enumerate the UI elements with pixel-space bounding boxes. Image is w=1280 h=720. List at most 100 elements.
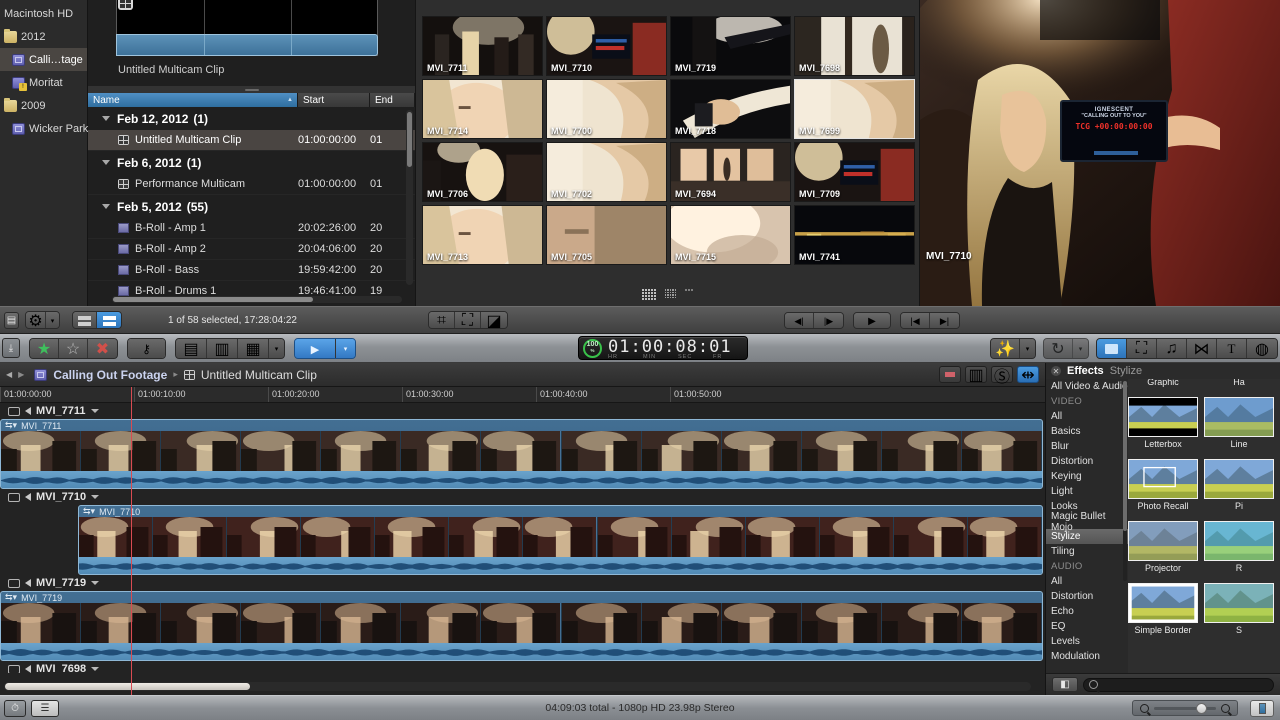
breadcrumb-forward-icon[interactable]: ▶ (18, 370, 24, 379)
effects-category-item[interactable]: Keying (1046, 469, 1128, 484)
sidebar-item-2012[interactable]: 2012 (0, 25, 87, 48)
gear-icon[interactable]: ⚙ (26, 312, 46, 328)
effects-category-item[interactable]: All (1046, 409, 1128, 424)
retime-icon[interactable]: ↻ (1044, 338, 1073, 358)
playback-quality-badge[interactable]: 100 % (583, 338, 602, 358)
step-back-icon[interactable]: ◀| (785, 312, 814, 328)
video-role-icon[interactable] (8, 492, 20, 502)
keyword-icon[interactable]: ⚷ (128, 338, 165, 358)
effect-item[interactable]: Pi (1204, 459, 1274, 511)
step-forward-icon[interactable]: |▶ (814, 312, 843, 328)
event-thumbnail[interactable]: MVI_7713 (422, 205, 543, 265)
viewer[interactable]: IGNESCENT "CALLING OUT TO YOU" TCG +00:0… (920, 0, 1280, 306)
column-header-start[interactable]: Start (298, 93, 370, 107)
event-thumbnail[interactable]: MVI_7694 (670, 142, 791, 202)
video-role-icon[interactable] (8, 406, 20, 416)
grid-small-icon[interactable] (685, 289, 694, 300)
event-thumbnail[interactable]: MVI_7715 (670, 205, 791, 265)
sidebar-item-moritat[interactable]: Moritat (0, 71, 87, 94)
fit-icon[interactable]: ⌗ (429, 312, 455, 328)
timeline-horizontal-scrollbar[interactable] (4, 682, 1031, 691)
sidebar-item-calling-out-footage[interactable]: Calli…tage (0, 48, 87, 71)
effects-category-list[interactable]: All Video & Audio VIDEO All Basics Blur Disto… (1046, 379, 1128, 673)
column-header-end[interactable]: End (370, 93, 415, 107)
list-view-icon[interactable]: ▤ (4, 311, 19, 329)
timeline-angle-track[interactable]: MVI_7698⇆▾MVI_7698 (0, 661, 1045, 673)
import-icon[interactable]: ⤓ (2, 338, 20, 358)
timeline-clip[interactable]: ⇆▾ MVI_7719 (0, 591, 1043, 661)
audio-role-icon[interactable] (25, 407, 31, 415)
chevron-down-icon[interactable]: ▾ (336, 338, 355, 358)
timeline-clip[interactable]: ⇆▾ MVI_7711 (0, 419, 1043, 489)
table-row[interactable]: Untitled Multicam Clip 01:00:00:00 01 (88, 130, 415, 151)
disclosure-triangle-icon[interactable] (102, 204, 110, 209)
effects-category-item[interactable]: Tiling (1046, 544, 1128, 559)
next-edit-icon[interactable]: ▶| (930, 312, 959, 328)
effects-search-input[interactable] (1083, 677, 1274, 692)
table-row[interactable]: B-Roll - Amp 2 20:04:06:00 20 (88, 239, 415, 260)
track-header[interactable]: MVI_7711 (0, 403, 1045, 419)
effects-category-item[interactable]: Blur (1046, 439, 1128, 454)
timeline-tracks[interactable]: MVI_7711 ⇆▾ MVI_7711 MVI_7710 ⇆▾ MVI_7710 MVI_… (0, 403, 1045, 673)
chevron-down-icon[interactable] (90, 409, 99, 413)
effect-item[interactable]: Line (1204, 397, 1274, 449)
event-thumbnail[interactable]: MVI_7711 (422, 16, 543, 76)
timeline-ruler[interactable]: 01:00:00:00 01:00:10:00 01:00:20:00 01:00:3… (0, 387, 1045, 403)
effects-category-scrollbar[interactable] (1123, 381, 1127, 581)
effects-category-item[interactable]: Distortion (1046, 589, 1128, 604)
chevron-down-icon[interactable]: ▾ (269, 338, 284, 358)
audio-role-icon[interactable] (25, 579, 31, 587)
track-lane[interactable]: ⇆▾ MVI_7711 (0, 419, 1045, 489)
effects-grid[interactable]: Graphic Ha Letterbox Line Photo Recall Pi Proj… (1128, 379, 1280, 673)
sidebar-toggle-icon[interactable]: ◧ (1052, 677, 1078, 692)
sidebar-item-wicker-park[interactable]: Wicker Park (0, 117, 88, 140)
effects-category-item[interactable]: Light (1046, 484, 1128, 499)
effects-category-item[interactable]: Echo (1046, 604, 1128, 619)
markers-icon[interactable] (939, 366, 961, 383)
effect-item[interactable]: S (1204, 583, 1274, 635)
timeline-angle-track[interactable]: MVI_7711 ⇆▾ MVI_7711 (0, 403, 1045, 489)
list-mode-icon[interactable] (97, 312, 121, 328)
zoom-in-icon[interactable] (1221, 703, 1230, 713)
chevron-down-icon[interactable]: ▾ (1073, 338, 1088, 358)
effect-item[interactable]: Graphic (1128, 379, 1198, 387)
event-thumbnail[interactable]: MVI_7741 (794, 205, 915, 265)
breadcrumb-project[interactable]: Calling Out Footage (53, 368, 167, 382)
track-lane[interactable]: ⇆▾ MVI_7710 (0, 505, 1045, 575)
effect-item[interactable]: Letterbox (1128, 397, 1198, 449)
timecode-display[interactable]: 100 % 01:00:08:01 HR MIN SEC FR (578, 336, 748, 360)
effect-item[interactable]: Projector (1128, 521, 1198, 573)
generators-icon[interactable]: ◍ (1247, 338, 1277, 358)
effect-item[interactable]: Ha (1204, 379, 1274, 387)
timeline-angle-track[interactable]: MVI_7719 ⇆▾ MVI_7719 (0, 575, 1045, 661)
playhead[interactable] (131, 387, 132, 695)
library-sidebar[interactable]: Macintosh HD 2012 Calli…tage Moritat 200… (0, 0, 88, 306)
timeline-clip[interactable]: ⇆▾ MVI_7710 (78, 505, 1043, 575)
column-header-name[interactable]: Name (88, 93, 298, 107)
effects-category-item[interactable]: Basics (1046, 424, 1128, 439)
event-thumbnail[interactable]: MVI_7700 (546, 79, 667, 139)
table-row[interactable]: Performance Multicam 01:00:00:00 01 (88, 174, 415, 195)
grid-large-icon[interactable] (641, 289, 656, 300)
event-thumbnail[interactable]: MVI_7705 (546, 205, 667, 265)
music-icon[interactable]: ♫ (1157, 338, 1187, 358)
breadcrumb-back-icon[interactable]: ◀ (6, 370, 12, 379)
grid-medium-icon[interactable] (664, 289, 677, 300)
effect-item[interactable]: Photo Recall (1128, 459, 1198, 511)
chevron-down-icon[interactable] (91, 495, 100, 499)
play-icon[interactable]: ▶ (854, 312, 890, 328)
timeline-zoom-control[interactable] (1132, 700, 1238, 716)
close-icon[interactable]: ✕ (1051, 366, 1061, 376)
crop-icon[interactable]: ⛶ (455, 312, 481, 328)
effects-category-item[interactable]: Modulation (1046, 649, 1128, 664)
append-edit-icon[interactable]: ▤ (176, 338, 207, 358)
effects-category-item[interactable]: Magic Bullet Mojo (1046, 511, 1128, 533)
event-thumbnail[interactable]: MVI_7698 (794, 16, 915, 76)
event-thumbnail[interactable]: MVI_7714 (422, 79, 543, 139)
event-thumbnail[interactable]: MVI_7718 (670, 79, 791, 139)
audio-role-icon[interactable] (25, 665, 31, 673)
filmstrip-view-icon[interactable] (73, 312, 97, 328)
reject-icon[interactable]: ✖ (88, 338, 117, 358)
table-row[interactable]: B-Roll - Bass 19:59:42:00 20 (88, 260, 415, 281)
chevron-down-icon[interactable] (91, 581, 100, 585)
